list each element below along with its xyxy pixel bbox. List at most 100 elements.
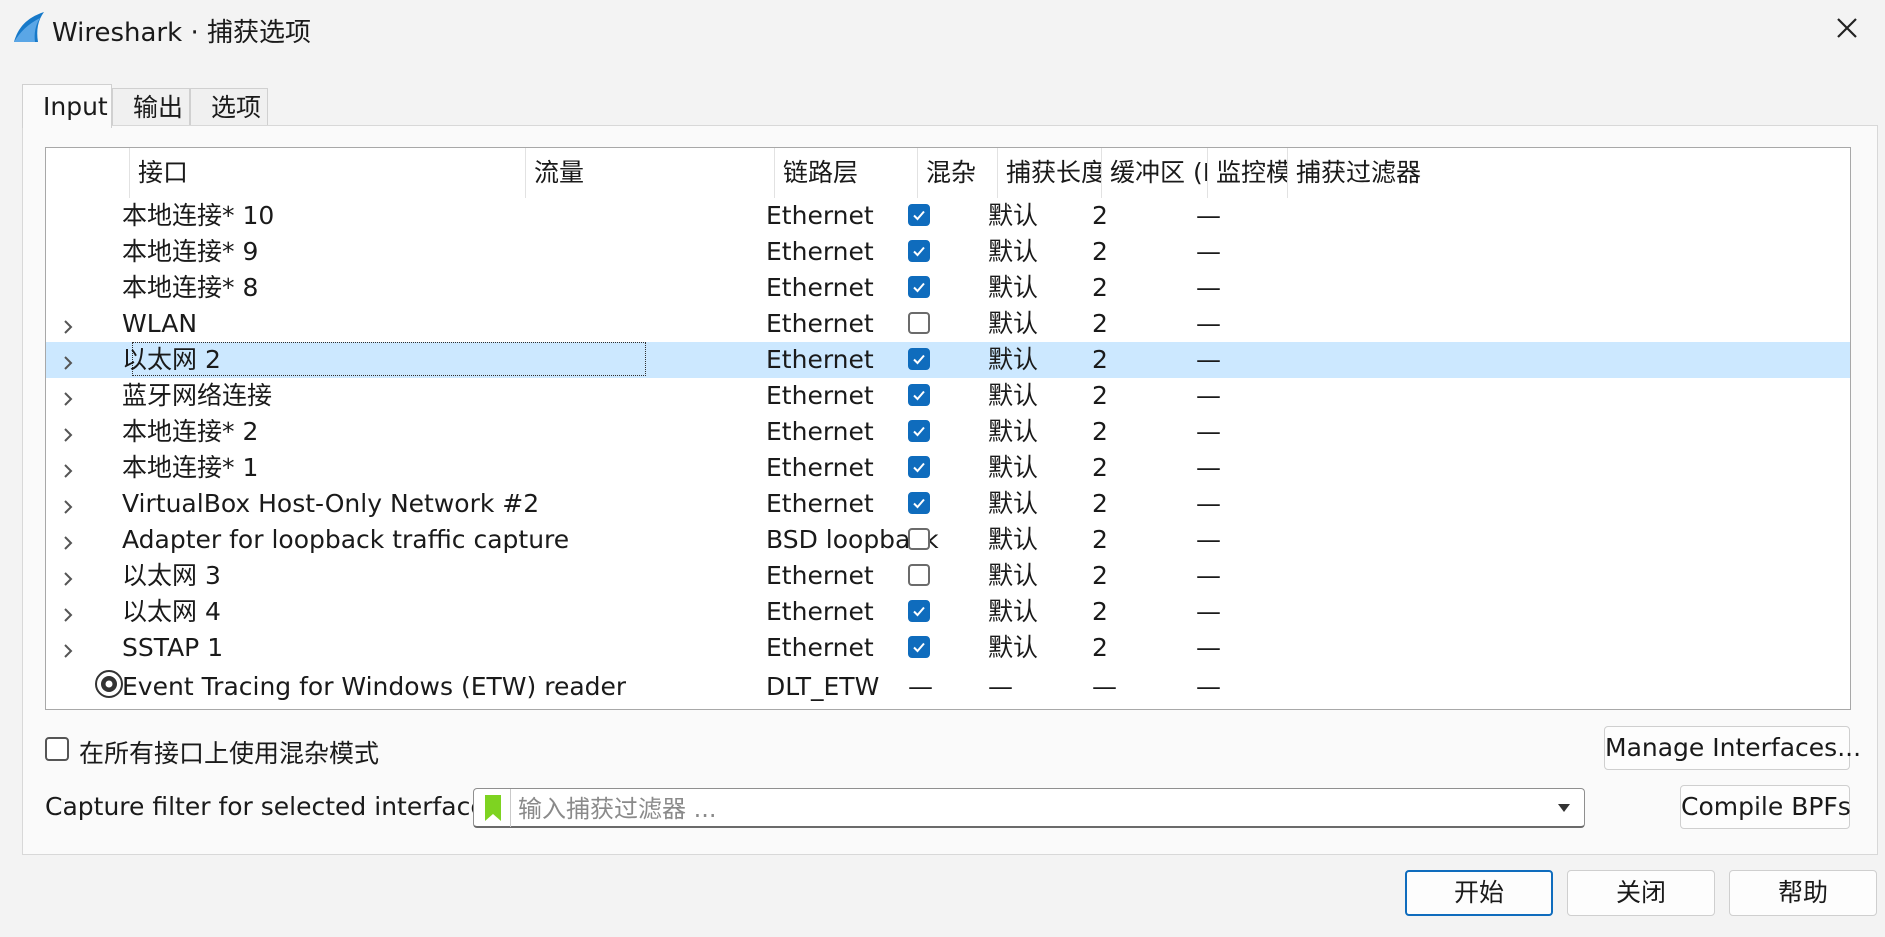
expand-chevron-icon[interactable] — [58, 566, 78, 586]
table-row[interactable]: 本地连接* 9 Ethernet 默认 2 — — [46, 234, 1850, 270]
promisc-checkbox[interactable] — [908, 636, 930, 658]
interface-name: WLAN — [122, 309, 198, 338]
promisc-checkbox[interactable] — [908, 348, 930, 370]
interface-name: SSTAP 1 — [122, 633, 224, 662]
buffer-value: 2 — [1092, 381, 1108, 410]
monitor-mode-value: — — [1196, 633, 1221, 662]
interface-name: 以太网 4 — [122, 597, 221, 626]
snaplen-value: 默认 — [988, 201, 1039, 230]
table-row[interactable]: 本地连接* 10 Ethernet 默认 2 — — [46, 198, 1850, 234]
promisc-checkbox[interactable] — [908, 564, 930, 586]
tab-output[interactable]: 输出 — [112, 88, 190, 126]
table-row[interactable]: 本地连接* 1 Ethernet 默认 2 — — [46, 450, 1850, 486]
promisc-checkbox[interactable] — [908, 204, 930, 226]
close-button[interactable]: 关闭 — [1567, 870, 1715, 916]
column-header-link-layer[interactable]: 链路层 — [774, 148, 917, 198]
buffer-value: 2 — [1092, 309, 1108, 338]
link-layer: Ethernet — [766, 417, 874, 446]
interface-name: 本地连接* 2 — [122, 417, 259, 446]
column-header-snaplen[interactable]: 捕获长度 ( — [997, 148, 1101, 198]
snaplen-value: 默认 — [988, 597, 1039, 626]
tab-label: Input — [43, 92, 108, 121]
interface-name: 本地连接* 8 — [122, 273, 259, 302]
expand-chevron-icon[interactable] — [58, 602, 78, 622]
bookmark-icon[interactable] — [482, 793, 504, 823]
gear-icon — [94, 669, 124, 699]
column-header-promiscuous[interactable]: 混杂 — [917, 148, 997, 198]
buffer-value: 2 — [1092, 453, 1108, 482]
link-layer: Ethernet — [766, 273, 874, 302]
link-layer: Ethernet — [766, 201, 874, 230]
expand-chevron-icon[interactable] — [58, 530, 78, 550]
monitor-mode-value: — — [1196, 237, 1221, 266]
expand-chevron-icon[interactable] — [58, 350, 78, 370]
column-header-traffic[interactable]: 流量 — [525, 148, 774, 198]
expand-chevron-icon[interactable] — [58, 422, 78, 442]
interface-name: VirtualBox Host-Only Network #2 — [122, 489, 540, 518]
manage-interfaces-button[interactable]: Manage Interfaces... — [1604, 726, 1861, 770]
snaplen-value: 默认 — [988, 273, 1039, 302]
chevron-down-icon[interactable] — [1556, 801, 1572, 815]
promisc-checkbox[interactable] — [908, 456, 930, 478]
link-layer: Ethernet — [766, 309, 874, 338]
table-row[interactable]: Event Tracing for Windows (ETW) reader DL… — [46, 666, 1850, 708]
snaplen-value: 默认 — [988, 489, 1039, 518]
close-window-button[interactable] — [1829, 10, 1865, 46]
monitor-mode-value: — — [1196, 453, 1221, 482]
title-bar: Wireshark · 捕获选项 — [0, 0, 1885, 58]
capture-filter-combobox[interactable] — [473, 788, 1585, 828]
promisc-checkbox[interactable] — [908, 384, 930, 406]
monitor-mode-value: — — [1196, 345, 1221, 374]
table-row[interactable]: 以太网 3 Ethernet 默认 2 — — [46, 558, 1850, 594]
snaplen-value: 默认 — [988, 345, 1039, 374]
interface-name: 本地连接* 10 — [122, 201, 275, 230]
column-header-monitor-mode[interactable]: 监控模式 — [1207, 148, 1287, 198]
table-row[interactable]: 以太网 4 Ethernet 默认 2 — — [46, 594, 1850, 630]
expand-chevron-icon[interactable] — [58, 458, 78, 478]
buffer-value: 2 — [1092, 633, 1108, 662]
table-row[interactable]: Adapter for loopback traffic capture BSD … — [46, 522, 1850, 558]
link-layer: Ethernet — [766, 489, 874, 518]
link-layer: Ethernet — [766, 237, 874, 266]
promisc-checkbox[interactable] — [908, 600, 930, 622]
tab-options[interactable]: 选项 — [190, 88, 268, 126]
promisc-all-checkbox[interactable] — [45, 737, 69, 761]
table-row[interactable]: 蓝牙网络连接 Ethernet 默认 2 — — [46, 378, 1850, 414]
column-header-buffer[interactable]: 缓冲区 (M — [1101, 148, 1207, 198]
promisc-checkbox[interactable] — [908, 312, 930, 334]
table-row[interactable]: VirtualBox Host-Only Network #2 Ethernet 默… — [46, 486, 1850, 522]
link-layer: Ethernet — [766, 561, 874, 590]
promisc-checkbox[interactable] — [908, 276, 930, 298]
start-button[interactable]: 开始 — [1405, 870, 1553, 916]
interface-table[interactable]: 接口 流量 链路层 混杂 捕获长度 ( 缓冲区 (M 监控模式 捕获过滤器 本地… — [45, 147, 1851, 710]
promisc-checkbox[interactable] — [908, 420, 930, 442]
column-header-interface[interactable]: 接口 — [129, 148, 525, 198]
table-header: 接口 流量 链路层 混杂 捕获长度 ( 缓冲区 (M 监控模式 捕获过滤器 — [46, 148, 1850, 198]
promisc-all-label: 在所有接口上使用混杂模式 — [79, 739, 380, 768]
promisc-checkbox[interactable] — [908, 240, 930, 262]
monitor-mode-value: — — [1196, 273, 1221, 302]
table-row[interactable]: 本地连接* 8 Ethernet 默认 2 — — [46, 270, 1850, 306]
interface-name: 本地连接* 1 — [122, 453, 259, 482]
link-layer: Ethernet — [766, 633, 874, 662]
promisc-checkbox[interactable] — [908, 528, 930, 550]
promisc-checkbox[interactable] — [908, 492, 930, 514]
capture-filter-input[interactable] — [516, 791, 1540, 827]
link-layer: Ethernet — [766, 345, 874, 374]
compile-bpfs-button[interactable]: Compile BPFs — [1680, 785, 1851, 829]
table-row[interactable]: WLAN Ethernet 默认 2 — — [46, 306, 1850, 342]
expand-chevron-icon[interactable] — [58, 386, 78, 406]
table-row[interactable]: 以太网 2 Ethernet 默认 2 — — [46, 342, 1850, 378]
tab-input[interactable]: Input — [22, 84, 112, 128]
expand-chevron-icon[interactable] — [58, 494, 78, 514]
table-row[interactable]: 本地连接* 2 Ethernet 默认 2 — — [46, 414, 1850, 450]
expand-chevron-icon[interactable] — [58, 314, 78, 334]
expand-chevron-icon[interactable] — [58, 638, 78, 658]
monitor-mode-value: — — [1196, 597, 1221, 626]
help-button[interactable]: 帮助 — [1729, 870, 1877, 916]
link-layer: Ethernet — [766, 597, 874, 626]
table-row[interactable]: SSTAP 1 Ethernet 默认 2 — — [46, 630, 1850, 666]
snaplen-value: — — [988, 672, 1013, 701]
column-header-capture-filter[interactable]: 捕获过滤器 — [1287, 148, 1847, 198]
snaplen-value: 默认 — [988, 237, 1039, 266]
